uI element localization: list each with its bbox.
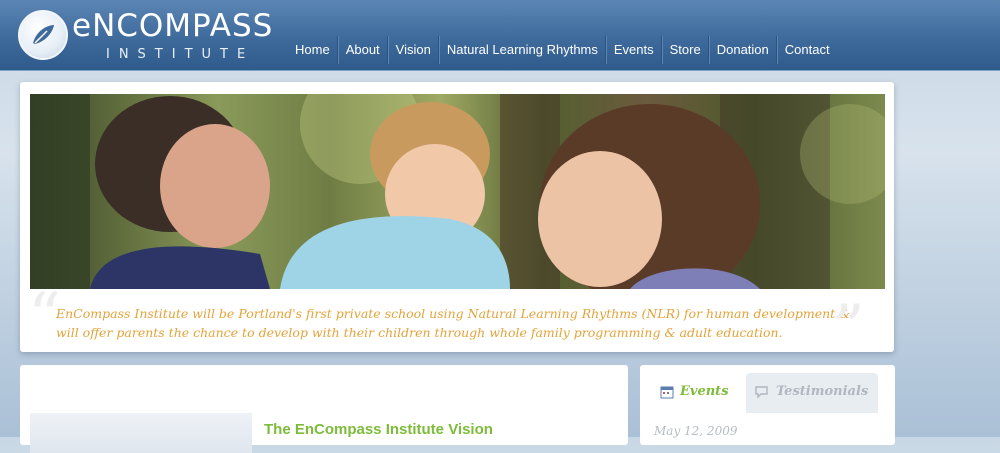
main-nav: Home About Vision Natural Learning Rhyth… — [288, 36, 837, 64]
event-date: May 12, 2009 — [654, 424, 738, 438]
tab-testimonials[interactable]: Testimonials — [746, 373, 878, 413]
logo-wordmark: eNCOMPASS — [72, 8, 274, 44]
tab-testimonials-label: Testimonials — [776, 384, 869, 399]
sidebar-panel: Events Testimonials May 12, 2009 — [640, 365, 895, 445]
nav-events[interactable]: Events — [605, 36, 662, 64]
logo-subtitle: INSTITUTE — [106, 47, 255, 62]
speech-bubble-icon — [754, 385, 770, 404]
nav-natural-learning-rhythms[interactable]: Natural Learning Rhythms — [438, 36, 606, 64]
nav-about[interactable]: About — [337, 36, 388, 64]
vision-thumbnail — [30, 413, 252, 453]
main-content-panel: The EnCompass Institute Vision — [20, 365, 628, 453]
hero-quote: EnCompass Institute will be Portland's f… — [56, 306, 851, 340]
nav-store[interactable]: Store — [661, 36, 709, 64]
compass-leaf-icon — [18, 10, 68, 60]
nav-home[interactable]: Home — [288, 36, 338, 64]
tab-events-label: Events — [680, 384, 729, 399]
family-photo — [30, 94, 885, 289]
vision-heading[interactable]: The EnCompass Institute Vision — [264, 421, 493, 438]
site-header: eNCOMPASS INSTITUTE Home About Vision Na… — [0, 0, 1000, 71]
site-logo[interactable]: eNCOMPASS INSTITUTE — [18, 8, 272, 62]
nav-donation[interactable]: Donation — [708, 36, 777, 64]
tab-events[interactable]: Events — [652, 373, 746, 413]
nav-vision[interactable]: Vision — [387, 36, 439, 64]
nav-contact[interactable]: Contact — [776, 36, 837, 64]
hero-panel: “ EnCompass Institute will be Portland's… — [20, 82, 894, 361]
calendar-icon — [660, 385, 674, 404]
close-quote-mark: ” — [832, 292, 865, 366]
